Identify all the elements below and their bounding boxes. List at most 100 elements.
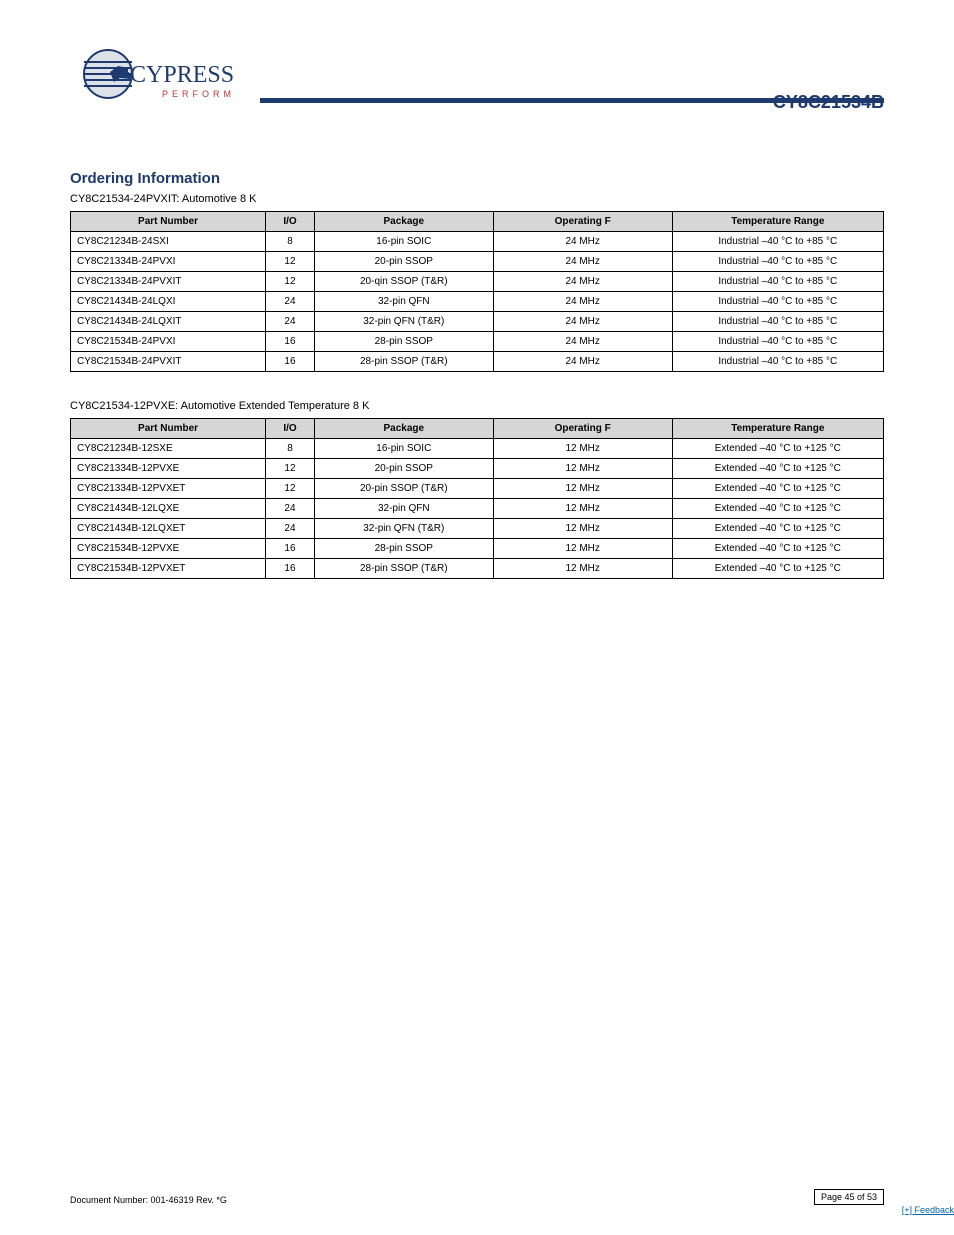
table-cell: Extended –40 °C to +125 °C	[672, 499, 883, 519]
table-cell: 24 MHz	[493, 332, 672, 352]
table-row: CY8C21434B-24LQXI2432-pin QFN24 MHzIndus…	[71, 292, 884, 312]
table-cell: 20-pin SSOP	[314, 459, 493, 479]
table-row: CY8C21334B-24PVXIT1220-qin SSOP (T&R)24 …	[71, 272, 884, 292]
table-cell: 24 MHz	[493, 352, 672, 372]
table-cell: Extended –40 °C to +125 °C	[672, 519, 883, 539]
table-row: CY8C21534B-12PVXET1628-pin SSOP (T&R)12 …	[71, 559, 884, 579]
table-cell: 16	[266, 332, 315, 352]
table-row: CY8C21334B-24PVXI1220-pin SSOP24 MHzIndu…	[71, 252, 884, 272]
table-caption: CY8C21534-24PVXIT: Automotive 8 K	[70, 193, 884, 205]
table-cell: 12 MHz	[493, 439, 672, 459]
table-cell: 28-pin SSOP (T&R)	[314, 352, 493, 372]
table-row: CY8C21334B-12PVXET1220-pin SSOP (T&R)12 …	[71, 479, 884, 499]
table-cell: 8	[266, 439, 315, 459]
column-header: Temperature Range	[672, 419, 883, 439]
table-cell: 24 MHz	[493, 272, 672, 292]
table-cell: 24	[266, 499, 315, 519]
table-cell: Industrial –40 °C to +85 °C	[672, 292, 883, 312]
table-cell: Extended –40 °C to +125 °C	[672, 459, 883, 479]
table-cell: 16	[266, 352, 315, 372]
cypress-logo: CYPRESS PERFORM	[80, 42, 255, 112]
column-header: I/O	[266, 419, 315, 439]
table-row: CY8C21434B-12LQXET2432-pin QFN (T&R)12 M…	[71, 519, 884, 539]
table-cell: 24 MHz	[493, 252, 672, 272]
table-caption: CY8C21534-12PVXE: Automotive Extended Te…	[70, 400, 884, 412]
table-cell: 24	[266, 292, 315, 312]
table-cell: 24	[266, 312, 315, 332]
logo-main-text: CYPRESS	[130, 62, 234, 88]
table-cell: Industrial –40 °C to +85 °C	[672, 332, 883, 352]
column-header: Operating F	[493, 419, 672, 439]
table-cell: 16	[266, 559, 315, 579]
table-cell: Extended –40 °C to +125 °C	[672, 539, 883, 559]
table-cell: CY8C21534B-24PVXIT	[71, 352, 266, 372]
table-cell: Extended –40 °C to +125 °C	[672, 439, 883, 459]
table-cell: 28-pin SSOP (T&R)	[314, 559, 493, 579]
table-cell: CY8C21334B-12PVXE	[71, 459, 266, 479]
table-cell: 28-pin SSOP	[314, 539, 493, 559]
table-cell: 12	[266, 479, 315, 499]
table-cell: 32-pin QFN	[314, 292, 493, 312]
table-cell: 32-pin QFN (T&R)	[314, 519, 493, 539]
table-row: CY8C21334B-12PVXE1220-pin SSOP12 MHzExte…	[71, 459, 884, 479]
page-header: CYPRESS PERFORM CY8C21534B	[70, 50, 884, 140]
table-cell: CY8C21534B-12PVXE	[71, 539, 266, 559]
table-cell: Industrial –40 °C to +85 °C	[672, 352, 883, 372]
table-cell: CY8C21434B-24LQXI	[71, 292, 266, 312]
table-cell: Extended –40 °C to +125 °C	[672, 559, 883, 579]
table-cell: 12	[266, 459, 315, 479]
section-title: Ordering Information	[70, 170, 884, 187]
table-row: CY8C21234B-24SXI816-pin SOIC24 MHzIndust…	[71, 232, 884, 252]
table-row: CY8C21534B-24PVXI1628-pin SSOP24 MHzIndu…	[71, 332, 884, 352]
table-cell: CY8C21334B-24PVXIT	[71, 272, 266, 292]
table-cell: 12 MHz	[493, 479, 672, 499]
table-cell: Extended –40 °C to +125 °C	[672, 479, 883, 499]
ordering-table: Part NumberI/OPackageOperating FTemperat…	[70, 418, 884, 579]
table-cell: CY8C21434B-24LQXIT	[71, 312, 266, 332]
table-cell: 16-pin SOIC	[314, 232, 493, 252]
page-footer: Document Number: 001-46319 Rev. *G Page …	[70, 1189, 884, 1205]
table-cell: 20-pin SSOP	[314, 252, 493, 272]
column-header: Part Number	[71, 212, 266, 232]
table-row: CY8C21534B-12PVXE1628-pin SSOP12 MHzExte…	[71, 539, 884, 559]
table-row: CY8C21434B-24LQXIT2432-pin QFN (T&R)24 M…	[71, 312, 884, 332]
table-cell: 12	[266, 252, 315, 272]
table-cell: 12 MHz	[493, 459, 672, 479]
table-row: CY8C21234B-12SXE816-pin SOIC12 MHzExtend…	[71, 439, 884, 459]
table-cell: 12 MHz	[493, 499, 672, 519]
table-cell: 16	[266, 539, 315, 559]
table-cell: CY8C21434B-12LQXET	[71, 519, 266, 539]
table-cell: CY8C21534B-12PVXET	[71, 559, 266, 579]
table-cell: 8	[266, 232, 315, 252]
table-cell: Industrial –40 °C to +85 °C	[672, 252, 883, 272]
table-cell: CY8C21334B-24PVXI	[71, 252, 266, 272]
table-cell: CY8C21234B-24SXI	[71, 232, 266, 252]
table-cell: 24	[266, 519, 315, 539]
table-cell: 12 MHz	[493, 539, 672, 559]
page-number: Page 45 of 53	[814, 1189, 884, 1205]
table-cell: 32-pin QFN (T&R)	[314, 312, 493, 332]
doc-number: Document Number: 001-46319 Rev. *G	[70, 1195, 227, 1205]
feedback-link[interactable]: [+] Feedback	[902, 1205, 954, 1215]
table-row: CY8C21534B-24PVXIT1628-pin SSOP (T&R)24 …	[71, 352, 884, 372]
table-cell: 12 MHz	[493, 519, 672, 539]
table-cell: 16-pin SOIC	[314, 439, 493, 459]
part-number: CY8C21534B	[773, 92, 884, 113]
table-cell: CY8C21434B-12LQXE	[71, 499, 266, 519]
table-cell: Industrial –40 °C to +85 °C	[672, 272, 883, 292]
table-cell: 12 MHz	[493, 559, 672, 579]
table-cell: 32-pin QFN	[314, 499, 493, 519]
table-cell: 28-pin SSOP	[314, 332, 493, 352]
table-cell: 20-qin SSOP (T&R)	[314, 272, 493, 292]
table-row: CY8C21434B-12LQXE2432-pin QFN12 MHzExten…	[71, 499, 884, 519]
table-cell: 24 MHz	[493, 312, 672, 332]
logo-sub-text: PERFORM	[162, 89, 235, 99]
table-cell: 12	[266, 272, 315, 292]
column-header: Package	[314, 212, 493, 232]
column-header: Package	[314, 419, 493, 439]
table-cell: CY8C21534B-24PVXI	[71, 332, 266, 352]
column-header: Operating F	[493, 212, 672, 232]
column-header: I/O	[266, 212, 315, 232]
table-cell: 20-pin SSOP (T&R)	[314, 479, 493, 499]
table-cell: 24 MHz	[493, 292, 672, 312]
